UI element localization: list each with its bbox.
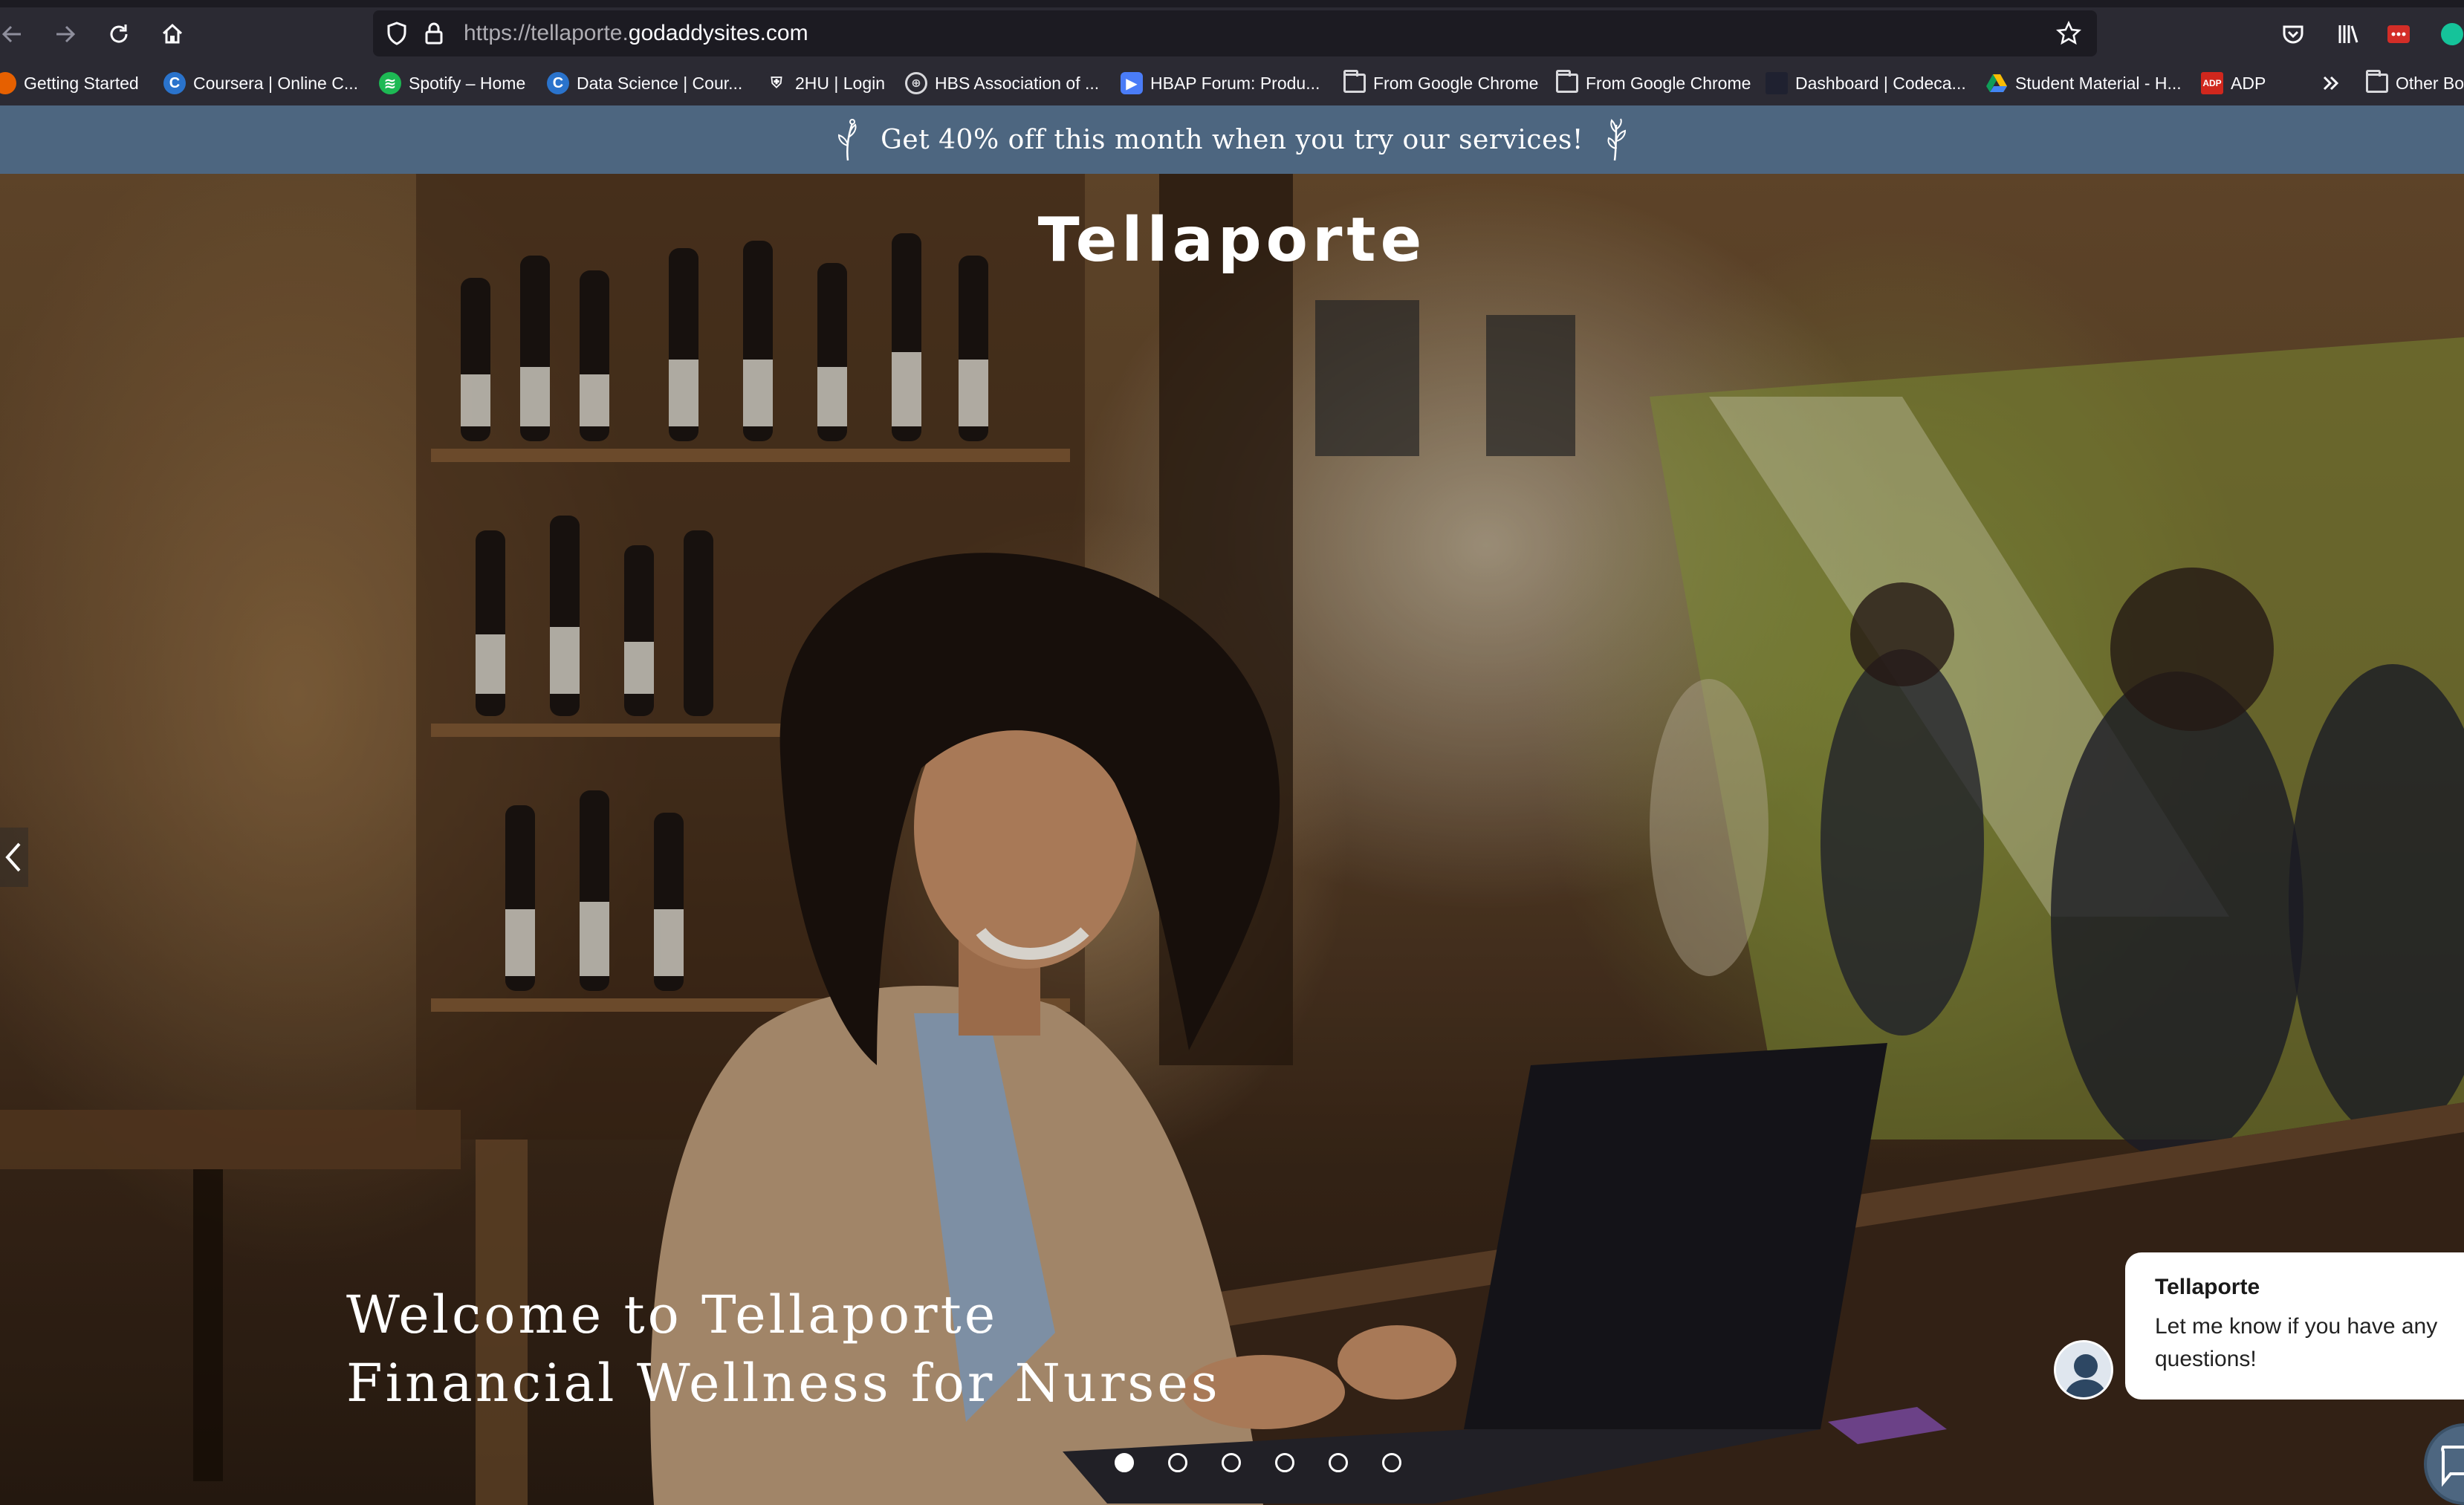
folder-icon	[2366, 70, 2388, 93]
bookmark-star-icon[interactable]	[2055, 20, 2082, 47]
floral-sprig-icon	[1607, 118, 1626, 161]
harvard-shield-icon: ⛨	[765, 72, 788, 94]
bookmark-student-material[interactable]: Student Material - H...	[1985, 70, 2182, 97]
bookmark-label: Spotify – Home	[409, 73, 526, 93]
back-icon[interactable]	[0, 18, 28, 51]
slide-dot-5[interactable]	[1329, 1453, 1348, 1472]
slide-dot-3[interactable]	[1222, 1453, 1241, 1472]
hero-heading-line-1: Welcome to Tellaporte	[346, 1284, 999, 1345]
url-bar[interactable]: https://tellaporte.godaddysites.com	[373, 10, 2097, 56]
bookmark-hbs-association[interactable]: ⊕ HBS Association of ...	[905, 70, 1099, 97]
bookmarks-overflow-button[interactable]	[2320, 70, 2342, 97]
chevron-double-right-icon	[2323, 76, 2339, 91]
slide-dot-2[interactable]	[1168, 1453, 1187, 1472]
coursera-icon: C	[547, 72, 569, 94]
folder-icon	[1556, 70, 1578, 93]
coursera-icon: C	[163, 72, 186, 94]
hero-slideshow: Tellaporte Welcome to Tellaporte Financi…	[0, 174, 2464, 1505]
browser-toolbar: https://tellaporte.godaddysites.com	[0, 7, 2464, 61]
firefox-icon	[0, 72, 16, 94]
pocket-icon[interactable]	[2277, 18, 2309, 51]
slideshow-prev-button[interactable]	[0, 828, 28, 887]
chat-greeting-message: Let me know if you have any questions!	[2155, 1314, 2438, 1371]
bookmark-label: 2HU | Login	[795, 73, 886, 93]
bookmark-getting-started[interactable]: Getting Started	[0, 70, 139, 97]
site-title[interactable]: Tellaporte	[0, 205, 2464, 276]
chat-bubble-icon	[2441, 1446, 2464, 1487]
bookmark-other-bookmarks[interactable]: Other Bo	[2366, 70, 2464, 97]
google-drive-icon	[1985, 72, 2008, 94]
bookmark-label: From Google Chrome	[1373, 73, 1539, 93]
tab-strip-edge	[0, 0, 2464, 7]
bookmark-label: Coursera | Online C...	[193, 73, 359, 93]
lock-icon[interactable]	[421, 20, 447, 47]
floral-sprig-icon	[838, 119, 857, 161]
bookmark-2hu-login[interactable]: ⛨ 2HU | Login	[765, 70, 885, 97]
bookmark-label: Getting Started	[24, 73, 139, 93]
chat-agent-name: Tellaporte	[2155, 1275, 2260, 1299]
chat-agent-avatar[interactable]	[2054, 1340, 2113, 1400]
bookmark-label: HBAP Forum: Produ...	[1150, 73, 1320, 93]
library-icon[interactable]	[2332, 18, 2364, 51]
bookmark-adp[interactable]: ADP ADP	[2201, 70, 2266, 97]
codecademy-icon	[1766, 72, 1788, 94]
bookmark-label: Data Science | Cour...	[577, 73, 743, 93]
spotify-icon: ≋	[379, 72, 401, 94]
slide-dot-1[interactable]	[1115, 1453, 1134, 1472]
bookmark-label: Other Bo	[2396, 73, 2464, 93]
chevron-left-icon	[5, 842, 21, 872]
forward-icon[interactable]	[49, 18, 82, 51]
announcement-text: Get 40% off this month when you try our …	[881, 124, 1583, 155]
slideshow-pagination	[1115, 1453, 1401, 1472]
bookmark-label: ADP	[2231, 73, 2266, 93]
url-prefix: https://tellaporte.	[464, 21, 629, 45]
bookmark-data-science[interactable]: C Data Science | Cour...	[547, 70, 742, 97]
extension-lastpass-icon[interactable]	[2382, 18, 2415, 51]
bookmark-label: Dashboard | Codeca...	[1795, 73, 1966, 93]
bookmark-folder-google-chrome-1[interactable]: From Google Chrome	[1343, 70, 1538, 97]
home-icon[interactable]	[156, 18, 189, 51]
bookmark-label: HBS Association of ...	[935, 73, 1100, 93]
bookmark-folder-google-chrome-2[interactable]: From Google Chrome	[1556, 70, 1751, 97]
tracking-shield-icon[interactable]	[383, 20, 410, 47]
globe-icon: ⊕	[905, 72, 927, 94]
bookmark-hbap-forum[interactable]: ▶ HBAP Forum: Produ...	[1121, 70, 1320, 97]
folder-icon	[1343, 70, 1366, 93]
url-domain: godaddysites.com	[628, 21, 808, 45]
extension-grammarly-icon[interactable]	[2436, 18, 2464, 51]
announcement-bar: Get 40% off this month when you try our …	[0, 105, 2464, 174]
bookmark-spotify[interactable]: ≋ Spotify – Home	[379, 70, 525, 97]
bookmark-codecademy[interactable]: Dashboard | Codeca...	[1766, 70, 1966, 97]
slide-dot-6[interactable]	[1382, 1453, 1401, 1472]
slide-dot-4[interactable]	[1275, 1453, 1294, 1472]
adp-icon: ADP	[2201, 72, 2223, 94]
bookmark-label: Student Material - H...	[2015, 73, 2182, 93]
hero-heading: Welcome to Tellaporte Financial Wellness…	[346, 1281, 1221, 1417]
chat-greeting-bubble[interactable]: Tellaporte Let me know if you have any q…	[2125, 1252, 2464, 1400]
zoom-icon: ▶	[1121, 72, 1143, 94]
bookmark-coursera[interactable]: C Coursera | Online C...	[163, 70, 358, 97]
hero-heading-line-2: Financial Wellness for Nurses	[346, 1353, 1221, 1414]
bookmarks-toolbar: Getting Started C Coursera | Online C...…	[0, 65, 2464, 101]
url-text[interactable]: https://tellaporte.godaddysites.com	[464, 21, 808, 46]
browser-chrome: https://tellaporte.godaddysites.com Gett…	[0, 0, 2464, 105]
reload-icon[interactable]	[103, 18, 135, 51]
bookmark-label: From Google Chrome	[1586, 73, 1751, 93]
